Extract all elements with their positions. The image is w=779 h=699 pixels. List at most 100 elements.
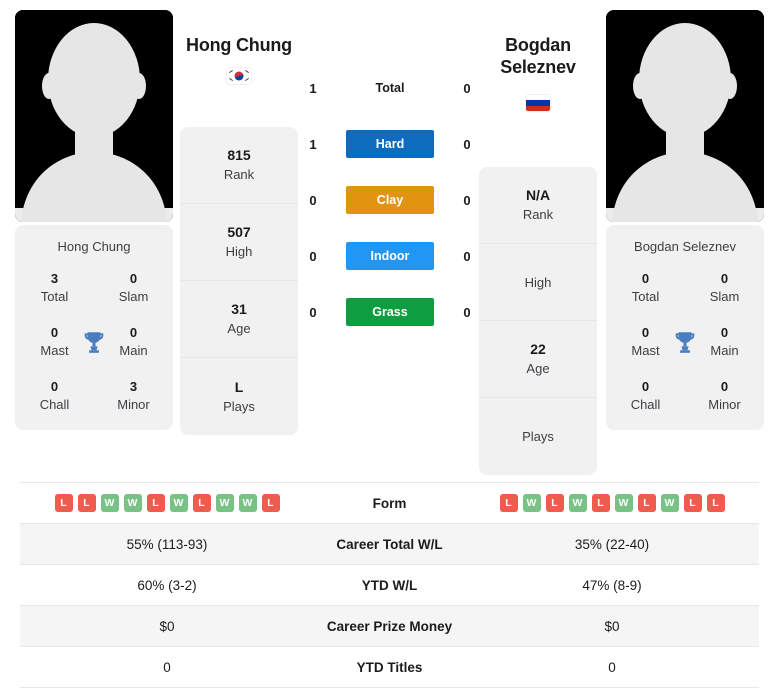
titles-total-value: 3	[50, 271, 59, 286]
russia-flag-icon	[526, 95, 550, 111]
form-badge-w: W	[238, 494, 257, 512]
row-label: Career Prize Money	[326, 618, 453, 634]
trophy-icon	[84, 332, 104, 353]
row-left-value: 55% (113-93)	[126, 536, 208, 552]
titles-card-left: Hong Chung 3 Total 0 Slam 0 Mast 0 Main	[15, 225, 173, 430]
avatar-left	[15, 10, 173, 222]
form-strip-right: LWLWLWLWLL	[499, 494, 725, 512]
titles-minor-label: Minor	[708, 397, 741, 412]
form-badge-l: L	[706, 494, 725, 512]
info-cell-age: 22 Age	[479, 321, 597, 398]
age-value: 31	[231, 301, 247, 317]
form-badge-w: W	[660, 494, 679, 512]
comparison-header: Hong Chung Bogdan Seleznev 1 Total 0 1 H…	[0, 0, 779, 478]
form-right: LWLWLWLWLL	[465, 483, 759, 523]
h2h-row-hard: 1 Hard 0	[300, 116, 480, 172]
row-label: Career Total W/L	[336, 536, 443, 552]
titles-chall-label: Chall	[39, 397, 70, 412]
form-badge-l: L	[591, 494, 610, 512]
titles-minor: 0 Minor	[685, 378, 764, 414]
titles-total: 3 Total	[15, 270, 94, 306]
h2h-row-grass: 0 Grass 0	[300, 284, 480, 340]
row-right-value: 0	[608, 659, 616, 675]
player-silhouette-icon	[15, 10, 173, 222]
titles-slam: 0 Slam	[685, 270, 764, 306]
titles-slam-value: 0	[129, 271, 138, 286]
form-badge-l: L	[499, 494, 518, 512]
rank-value: 815	[227, 147, 251, 163]
info-cell-plays: Plays	[479, 398, 597, 475]
titles-chall: 0 Chall	[15, 378, 94, 414]
h2h-surface-chip-indoor[interactable]: Indoor	[346, 242, 434, 270]
table-row: 0 YTD Titles 0	[20, 647, 759, 688]
titles-grid: 0 Total 0 Slam 0 Mast 0 Main 0 Chall 0 M…	[606, 270, 764, 414]
titles-chall: 0 Chall	[606, 378, 685, 414]
h2h-row-clay: 0 Clay 0	[300, 172, 480, 228]
titles-card-player-name: Hong Chung	[57, 239, 131, 254]
row-left-value: $0	[159, 618, 175, 634]
h2h-row-total: 1 Total 0	[300, 60, 480, 116]
titles-chall-value: 0	[641, 379, 650, 394]
h2h-left-score: 0	[309, 304, 317, 320]
form-badge-w: W	[123, 494, 142, 512]
row-right-value: $0	[604, 618, 620, 634]
h2h-surface-label: Total	[375, 81, 405, 95]
h2h-left-score: 0	[309, 192, 317, 208]
form-badge-w: W	[614, 494, 633, 512]
info-cell-rank: N/A Rank	[479, 167, 597, 244]
avatar-right	[606, 10, 764, 222]
age-value: 22	[530, 341, 546, 357]
titles-slam-label: Slam	[709, 289, 740, 304]
titles-minor-label: Minor	[117, 397, 150, 412]
form-left: LLWWLWLWWL	[20, 483, 314, 523]
titles-total-label: Total	[40, 289, 69, 304]
table-row: $0 Career Prize Money $0	[20, 606, 759, 647]
h2h-left-score: 1	[309, 80, 317, 96]
titles-total: 0 Total	[606, 270, 685, 306]
titles-minor-value: 0	[720, 379, 729, 394]
h2h-left-score: 0	[309, 248, 317, 264]
info-cell-high: 507 High	[180, 204, 298, 281]
player-name-right: Bogdan Seleznev	[500, 35, 576, 77]
high-value: 507	[227, 224, 251, 240]
row-left-value: 60% (3-2)	[137, 577, 197, 593]
h2h-right-score: 0	[463, 248, 471, 264]
h2h-right-score: 0	[463, 192, 471, 208]
h2h-right-score: 0	[463, 136, 471, 152]
titles-slam-value: 0	[720, 271, 729, 286]
form-badge-w: W	[100, 494, 119, 512]
player-comparison-page: Hong Chung Bogdan Seleznev 1 Total 0 1 H…	[0, 0, 779, 699]
info-card-right: N/A Rank High 22 Age Plays	[479, 167, 597, 475]
stats-table: LLWWLWLWWL Form LWLWLWLWLL 55% (113-93) …	[20, 482, 759, 688]
form-badge-w: W	[568, 494, 587, 512]
h2h-right-score: 0	[463, 80, 471, 96]
titles-card-right: Bogdan Seleznev 0 Total 0 Slam 0 Mast 0 …	[606, 225, 764, 430]
form-badge-l: L	[637, 494, 656, 512]
plays-label: Plays	[223, 398, 255, 414]
titles-chall-label: Chall	[630, 397, 661, 412]
plays-label: Plays	[522, 429, 554, 444]
titles-card-player-name: Bogdan Seleznev	[634, 239, 736, 254]
titles-minor: 3 Minor	[94, 378, 173, 414]
h2h-surface-chip-clay[interactable]: Clay	[346, 186, 434, 214]
h2h-surface-chip-grass[interactable]: Grass	[346, 298, 434, 326]
info-cell-rank: 815 Rank	[180, 127, 298, 204]
row-label: Form	[372, 495, 407, 511]
h2h-left-score: 1	[309, 136, 317, 152]
row-label: YTD Titles	[356, 659, 423, 675]
h2h-surface-chip-hard[interactable]: Hard	[346, 130, 434, 158]
form-badge-w: W	[169, 494, 188, 512]
form-badge-l: L	[54, 494, 73, 512]
rank-value: N/A	[525, 187, 551, 203]
table-row: LLWWLWLWWL Form LWLWLWLWLL	[20, 483, 759, 524]
form-badge-l: L	[545, 494, 564, 512]
age-label: Age	[526, 361, 550, 376]
titles-slam: 0 Slam	[94, 270, 173, 306]
high-label: High	[524, 274, 552, 290]
head-to-head-column: 1 Total 0 1 Hard 0 0 Clay 0 0 Indoor 0 0	[300, 60, 480, 340]
h2h-right-score: 0	[463, 304, 471, 320]
row-label: YTD W/L	[361, 577, 418, 593]
row-right-value: 35% (22-40)	[574, 536, 650, 552]
table-row: 55% (113-93) Career Total W/L 35% (22-40…	[20, 524, 759, 565]
info-card-left: 815 Rank 507 High 31 Age L Plays	[180, 127, 298, 435]
